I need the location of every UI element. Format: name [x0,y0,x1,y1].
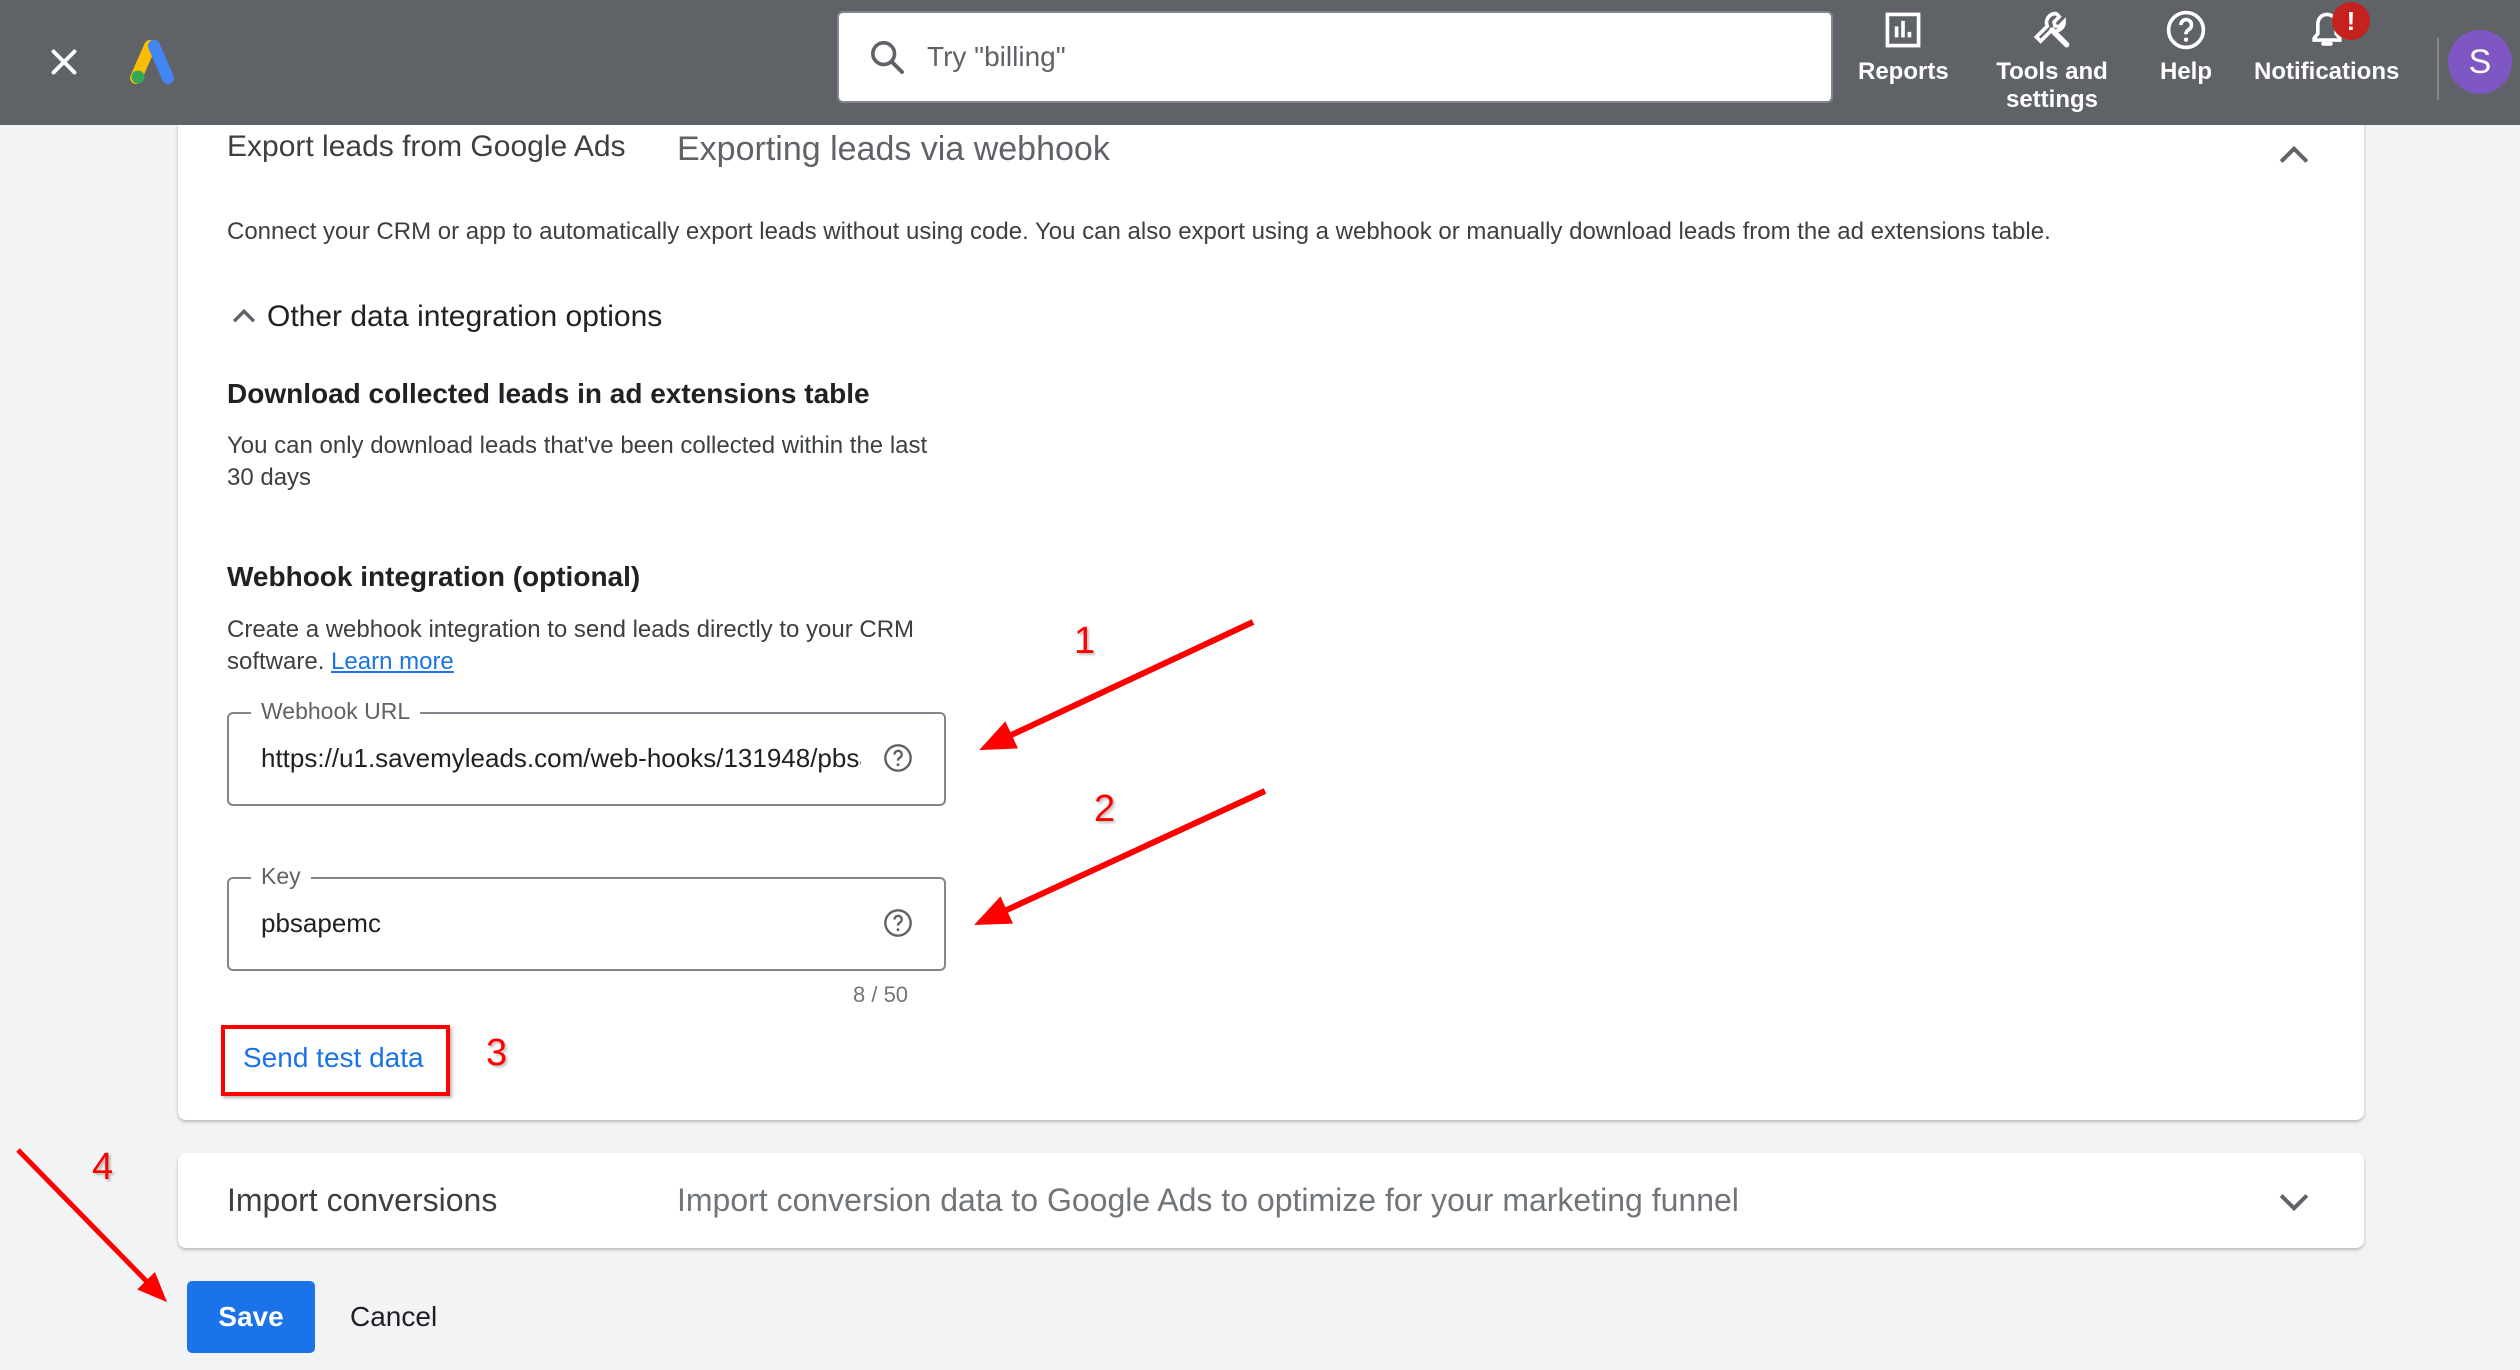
download-heading: Download collected leads in ad extension… [227,378,870,409]
save-button[interactable]: Save [187,1281,315,1353]
panel-title: Export leads from Google Ads [227,130,626,163]
help-circle-icon[interactable] [882,907,914,939]
reports-icon [1885,12,1921,48]
help-button[interactable]: Help [2160,8,2212,86]
annotation-number-2: 2 [1094,788,1116,830]
webhook-url-field[interactable]: Webhook URL [227,698,946,806]
close-button[interactable] [40,38,88,86]
notifications-label: Notifications [2254,58,2400,85]
webhook-description: Create a webhook integration to send lea… [227,614,967,678]
google-ads-logo [130,40,174,84]
notification-badge: ! [2332,2,2370,40]
search-box[interactable] [837,11,1833,103]
account-avatar[interactable]: S [2448,30,2512,94]
help-label: Help [2160,58,2213,85]
top-app-bar: Reports Tools and settings Help Notifica… [0,0,2520,125]
webhook-heading: Webhook integration (optional) [227,561,641,592]
webhook-url-label: Webhook URL [251,698,421,725]
tools-settings-button[interactable]: Tools and settings [1994,8,2110,114]
import-subtitle: Import conversion data to Google Ads to … [677,1182,1739,1218]
import-title: Import conversions [227,1182,498,1218]
close-icon [51,49,77,75]
search-input[interactable] [925,40,1779,74]
key-input[interactable] [259,907,863,940]
key-field[interactable]: Key [227,863,946,971]
chevron-up-icon [232,308,256,323]
cancel-button[interactable]: Cancel [330,1281,457,1353]
send-test-data-button[interactable]: Send test data [243,1042,424,1074]
tools-settings-label: Tools and settings [1996,58,2108,113]
search-icon [871,41,904,74]
notifications-button[interactable]: Notifications ! [2254,2,2400,86]
expand-chevron-down-icon[interactable] [2272,1179,2316,1223]
key-character-counter: 8 / 50 [853,982,909,1007]
panel-subtitle: Exporting leads via webhook [677,130,1110,168]
panel-description: Connect your CRM or app to automatically… [227,218,2051,245]
help-icon [2166,10,2206,50]
reports-button[interactable]: Reports [1858,8,1949,86]
import-conversions-panel[interactable]: Import conversions Import conversion dat… [178,1153,2364,1248]
help-circle-icon[interactable] [882,742,914,774]
learn-more-link[interactable]: Learn more [331,648,454,675]
collapse-chevron-up-icon[interactable] [2272,134,2316,178]
other-options-toggle[interactable]: Other data integration options [227,300,662,334]
annotation-arrow-4 [16,1148,167,1303]
annotation-number-1: 1 [1074,620,1096,662]
wrench-icon [2033,11,2070,48]
topbar-divider [2437,38,2439,100]
download-description: You can only download leads that've been… [227,432,928,491]
webhook-url-input[interactable] [259,742,863,775]
key-label: Key [251,863,311,890]
other-options-label: Other data integration options [267,300,663,333]
reports-label: Reports [1858,58,1949,85]
annotation-number-4: 4 [92,1146,114,1188]
export-leads-panel: Export leads from Google Ads Exporting l… [178,100,2364,1120]
annotation-number-3: 3 [486,1032,508,1074]
